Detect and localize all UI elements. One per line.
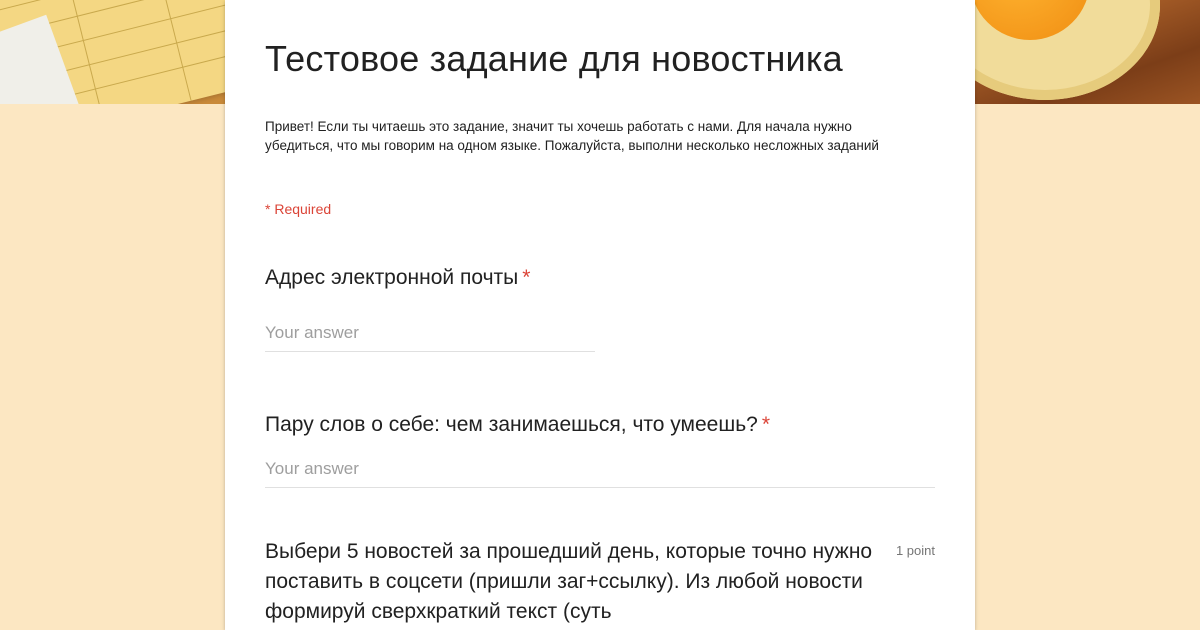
question-news: Выбери 5 новостей за прошедший день, кот…	[265, 540, 873, 623]
form-card: Тестовое задание для новостника Привет! …	[225, 0, 975, 630]
required-note: * Required	[265, 201, 332, 217]
required-asterisk: *	[761, 413, 771, 436]
form-title: Тестовое задание для новостника	[265, 38, 843, 79]
about-answer-input[interactable]	[265, 459, 935, 488]
question-about: Пару слов о себе: чем занимаешься, что у…	[265, 413, 770, 437]
question-email: Адрес электронной почты *	[265, 266, 530, 290]
email-answer-input[interactable]	[265, 323, 595, 352]
form-description: Привет! Если ты читаешь это задание, зна…	[265, 119, 879, 153]
question-label: Пару слов о себе: чем занимаешься, что у…	[265, 413, 758, 436]
question-label: Адрес электронной почты	[265, 266, 519, 289]
required-asterisk: *	[522, 266, 531, 289]
points-badge: 1 point	[895, 543, 935, 558]
